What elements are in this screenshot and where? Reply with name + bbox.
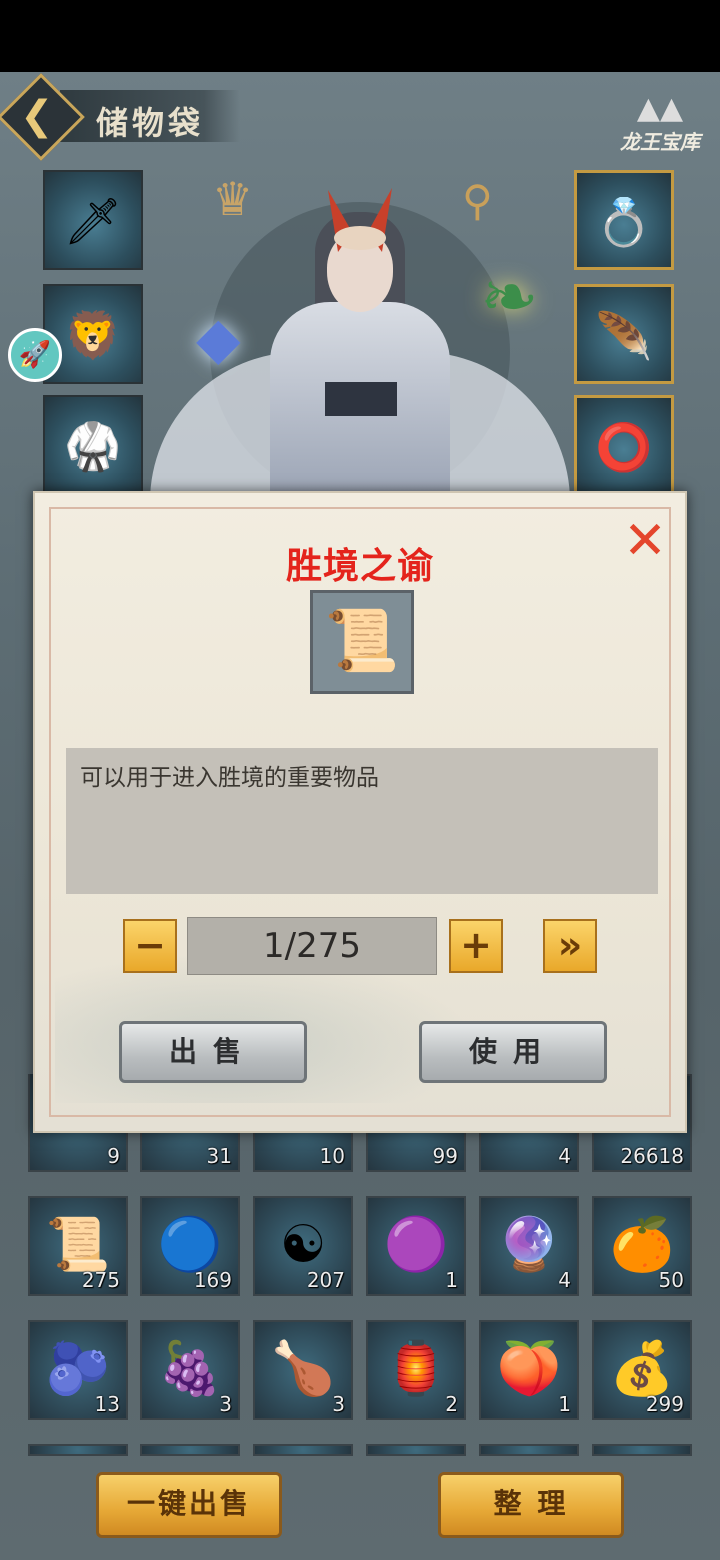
- drumstick-icon: 🍗: [270, 1339, 336, 1399]
- item-name: 胜境之谕: [285, 546, 434, 587]
- decrease-quantity-button[interactable]: −: [123, 919, 177, 973]
- blue-sphere-icon: 🔮: [496, 1215, 562, 1275]
- inventory-slot[interactable]: [592, 1444, 692, 1456]
- dragon-treasury-label: 龙王宝库: [620, 130, 700, 154]
- item-count: 99: [432, 1144, 458, 1168]
- item-count: 207: [306, 1268, 345, 1292]
- item-count: 13: [94, 1392, 120, 1416]
- inventory-slot[interactable]: 🔵 169: [140, 1196, 240, 1296]
- inventory-slot[interactable]: 🍑 1: [479, 1320, 579, 1420]
- inventory-slot[interactable]: 📜 275: [28, 1196, 128, 1296]
- inventory-slot[interactable]: ☯ 207: [253, 1196, 353, 1296]
- item-count: 31: [206, 1144, 232, 1168]
- mask-headdress-icon: [328, 188, 392, 252]
- peach-icon: 🍑: [496, 1339, 562, 1399]
- equip-slot-bracelet[interactable]: ⭕: [574, 395, 674, 495]
- rocket-icon: 🚀: [18, 340, 52, 370]
- item-count: 4: [558, 1268, 571, 1292]
- inventory-slot[interactable]: [479, 1444, 579, 1456]
- zoom-icon[interactable]: ⚲: [462, 176, 493, 225]
- status-bar: [0, 0, 720, 72]
- equip-slot-pendant[interactable]: 🪶: [574, 284, 674, 384]
- max-quantity-button[interactable]: »: [543, 919, 597, 973]
- purple-orb-icon: 🟣: [383, 1215, 449, 1275]
- description-box: 可以用于进入胜境的重要物品: [66, 748, 658, 894]
- character-belt: [325, 382, 397, 416]
- inventory-slot[interactable]: [253, 1444, 353, 1456]
- equip-slot-armor[interactable]: 🥋: [43, 395, 143, 495]
- item-detail-dialog: 胜境之谕 ✕ 📜 可以用于进入胜境的重要物品 − 1/275 + » 出售 使用: [33, 491, 687, 1133]
- jade-weapon-icon[interactable]: ❧: [480, 256, 539, 338]
- inventory-slot[interactable]: 🟣 1: [366, 1196, 466, 1296]
- scroll-icon: 📜: [324, 606, 400, 676]
- dragon-icon: ▲▲: [636, 91, 684, 126]
- item-count: 26618: [620, 1144, 684, 1168]
- item-count: 9: [107, 1144, 120, 1168]
- rocket-button[interactable]: 🚀: [8, 328, 62, 382]
- inventory-slot[interactable]: 🍇 3: [140, 1320, 240, 1420]
- header: ❮ 储物袋: [0, 73, 250, 161]
- item-count: 169: [193, 1268, 232, 1292]
- inventory-slot[interactable]: 🏮 2: [366, 1320, 466, 1420]
- inventory-slot[interactable]: 💰 299: [592, 1320, 692, 1420]
- item-count: 275: [81, 1268, 120, 1292]
- equip-slot-ring[interactable]: 💍: [574, 170, 674, 270]
- inventory-slot[interactable]: 🍊 50: [592, 1196, 692, 1296]
- orange-fruit-icon: 🍊: [609, 1215, 675, 1275]
- pendant-icon: 🪶: [595, 309, 653, 363]
- item-count: 1: [445, 1268, 458, 1292]
- sell-button[interactable]: 出售: [119, 1021, 307, 1083]
- item-description: 可以用于进入胜境的重要物品: [80, 765, 379, 791]
- money-bag-icon: 💰: [609, 1339, 675, 1399]
- item-count: 50: [658, 1268, 684, 1292]
- lantern-fruit-icon: 🏮: [383, 1339, 449, 1399]
- blue-orb-icon: 🔵: [157, 1215, 223, 1275]
- sell-all-button[interactable]: 一键出售: [96, 1472, 282, 1538]
- inventory-slot[interactable]: [366, 1444, 466, 1456]
- item-count: 2: [445, 1392, 458, 1416]
- inventory-slot[interactable]: 🔮 4: [479, 1196, 579, 1296]
- use-button[interactable]: 使用: [419, 1021, 607, 1083]
- item-count: 3: [219, 1392, 232, 1416]
- purple-fruit-icon: 🍇: [157, 1339, 223, 1399]
- red-armor-icon: 🥋: [64, 419, 122, 473]
- item-icon-frame: 📜: [310, 590, 414, 694]
- page-title: 储物袋: [96, 104, 205, 142]
- inventory-slot[interactable]: [28, 1444, 128, 1456]
- item-count: 3: [332, 1392, 345, 1416]
- dragon-treasury-button[interactable]: ▲▲ 龙王宝库: [610, 92, 710, 162]
- gourd-icon: 🫐: [45, 1339, 111, 1399]
- inventory-slot[interactable]: [140, 1444, 240, 1456]
- helmet-slot-icon[interactable]: ♛: [212, 172, 253, 226]
- sword-icon: 🗡: [63, 194, 123, 248]
- increase-quantity-button[interactable]: +: [449, 919, 503, 973]
- inventory-slot[interactable]: 🫐 13: [28, 1320, 128, 1420]
- inventory-slot[interactable]: 🍗 3: [253, 1320, 353, 1420]
- yin-yang-icon: ☯: [279, 1215, 327, 1275]
- item-count: 10: [319, 1144, 345, 1168]
- close-icon[interactable]: ✕: [623, 515, 667, 567]
- quantity-field[interactable]: 1/275: [187, 917, 437, 975]
- item-count: 1: [558, 1392, 571, 1416]
- item-count: 299: [645, 1392, 684, 1416]
- scroll-icon: 📜: [45, 1215, 111, 1275]
- sort-button[interactable]: 整 理: [438, 1472, 624, 1538]
- item-count: 4: [558, 1144, 571, 1168]
- equip-slot-sword[interactable]: 🗡: [43, 170, 143, 270]
- back-chevron-icon[interactable]: ❮: [20, 96, 54, 136]
- bracelet-icon: ⭕: [595, 420, 653, 474]
- ring-icon: 💍: [595, 195, 653, 249]
- crystal-gem-icon[interactable]: ◆: [196, 304, 241, 372]
